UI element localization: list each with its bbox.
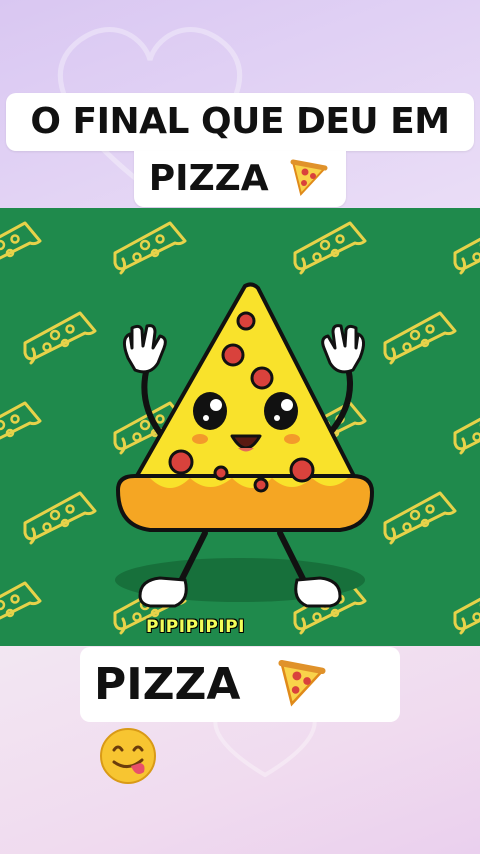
pizza-character xyxy=(115,282,375,608)
yum-face-icon xyxy=(100,728,156,784)
bottom-label: PIZZA xyxy=(94,659,241,710)
title-text-1: O FINAL QUE DEU EM xyxy=(30,101,450,142)
pizza-slice-icon xyxy=(290,159,328,197)
bottom-label-box: PIZZA xyxy=(80,647,400,784)
video-frame[interactable]: PIPIPIPIPI xyxy=(0,208,480,646)
title-line-1: O FINAL QUE DEU EM xyxy=(6,93,474,151)
title-text-2: PIZZA xyxy=(148,158,269,199)
pizza-slice-icon xyxy=(278,660,326,707)
right-hand-icon xyxy=(321,324,365,374)
title-line-2: PIZZA xyxy=(134,151,346,207)
left-hand-icon xyxy=(123,324,167,374)
video-caption: PIPIPIPIPI xyxy=(146,617,245,637)
